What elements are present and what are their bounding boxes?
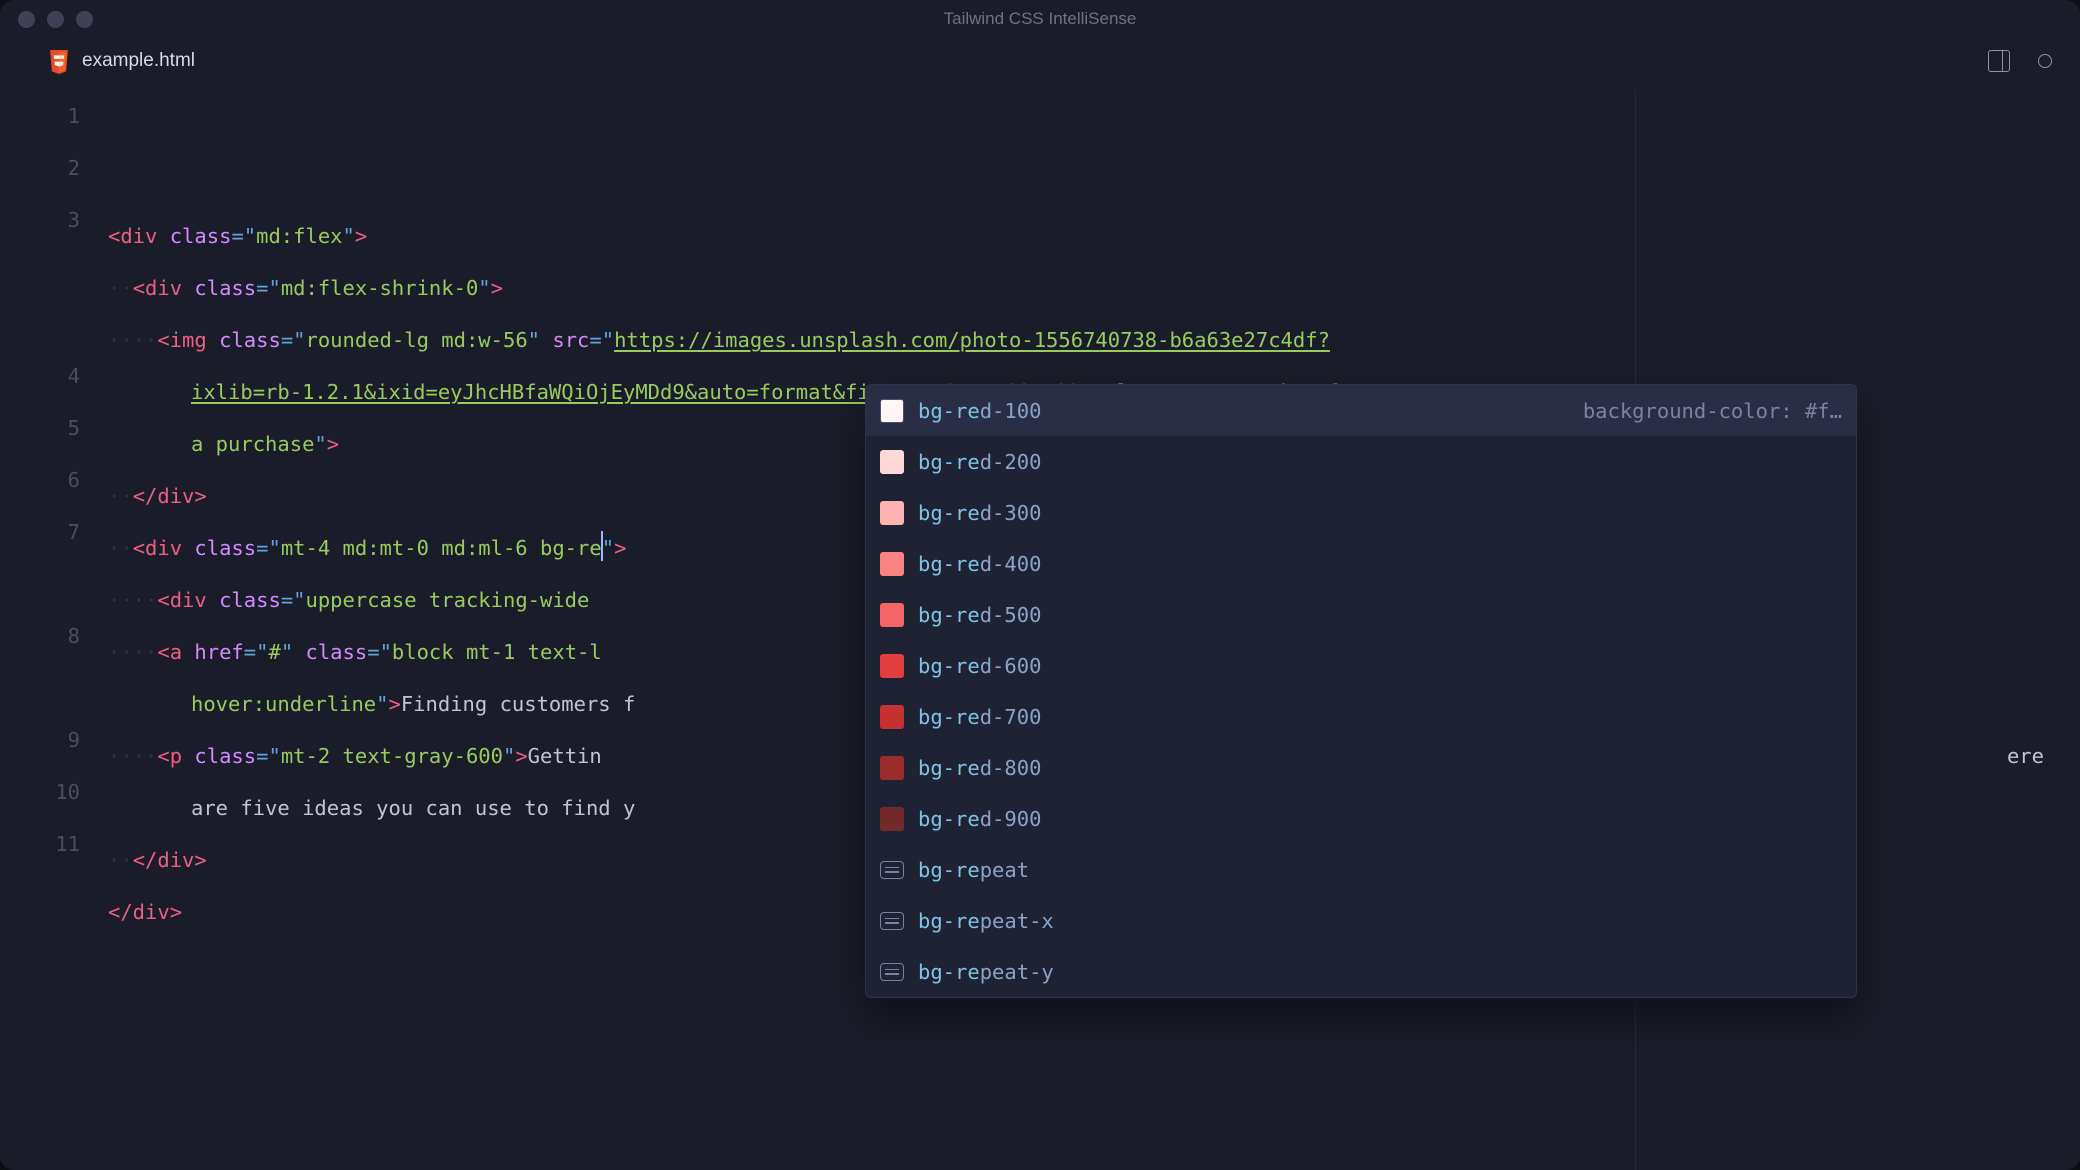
autocomplete-label: bg-repeat-x xyxy=(918,909,1842,933)
autocomplete-label: bg-red-300 xyxy=(918,501,1842,525)
autocomplete-item[interactable]: bg-red-900 xyxy=(866,793,1856,844)
editor-window: Tailwind CSS IntelliSense example.html 1… xyxy=(0,0,2080,1170)
color-swatch-icon xyxy=(880,450,904,474)
code-text-overflow: ere xyxy=(2007,730,2044,782)
autocomplete-label: bg-red-500 xyxy=(918,603,1842,627)
property-icon xyxy=(880,963,904,981)
autocomplete-label: bg-red-900 xyxy=(918,807,1842,831)
line-number: 5 xyxy=(0,402,80,454)
file-tab-label: example.html xyxy=(82,50,195,72)
color-swatch-icon xyxy=(880,501,904,525)
window-title: Tailwind CSS IntelliSense xyxy=(0,9,2080,29)
color-swatch-icon xyxy=(880,603,904,627)
line-number xyxy=(0,298,80,350)
line-number: 9 xyxy=(0,714,80,766)
line-number: 6 xyxy=(0,454,80,506)
autocomplete-label: bg-red-200 xyxy=(918,450,1842,474)
line-number: 10 xyxy=(0,766,80,818)
autocomplete-label: bg-red-600 xyxy=(918,654,1842,678)
code-line[interactable]: <div class="md:flex"> xyxy=(108,210,2080,262)
autocomplete-label: bg-repeat xyxy=(918,858,1842,882)
split-editor-icon[interactable] xyxy=(1988,50,2010,72)
minimize-window-button[interactable] xyxy=(47,11,64,28)
autocomplete-detail: background-color: #f… xyxy=(1583,399,1842,423)
line-number: 11 xyxy=(0,818,80,870)
autocomplete-item[interactable]: bg-red-800 xyxy=(866,742,1856,793)
zoom-window-button[interactable] xyxy=(76,11,93,28)
color-swatch-icon xyxy=(880,552,904,576)
code-line[interactable]: ··<div class="md:flex-shrink-0"> xyxy=(108,262,2080,314)
code-editor[interactable]: 123 4567 8 91011 bg-red-100 background-color… xyxy=(0,84,2080,1170)
close-window-button[interactable] xyxy=(18,11,35,28)
tab-strip: example.html xyxy=(0,38,2080,84)
autocomplete-item[interactable]: bg-red-300 xyxy=(866,487,1856,538)
color-swatch-icon xyxy=(880,807,904,831)
autocomplete-item[interactable]: bg-red-500 xyxy=(866,589,1856,640)
autocomplete-item[interactable]: bg-red-100 background-color: #f… xyxy=(866,385,1856,436)
property-icon xyxy=(880,861,904,879)
line-number-gutter: 123 4567 8 91011 xyxy=(0,90,108,1170)
autocomplete-label: bg-repeat-y xyxy=(918,960,1842,984)
line-number: 2 xyxy=(0,142,80,194)
autocomplete-item[interactable]: bg-repeat xyxy=(866,844,1856,895)
line-number: 4 xyxy=(0,350,80,402)
more-actions-icon[interactable] xyxy=(2038,54,2052,68)
autocomplete-popup[interactable]: bg-red-100 background-color: #f… bg-red-20… xyxy=(865,384,1857,998)
autocomplete-item[interactable]: bg-red-700 xyxy=(866,691,1856,742)
autocomplete-item[interactable]: bg-red-600 xyxy=(866,640,1856,691)
line-number: 7 xyxy=(0,506,80,558)
autocomplete-item[interactable]: bg-red-200 xyxy=(866,436,1856,487)
color-swatch-icon xyxy=(880,705,904,729)
line-number xyxy=(0,246,80,298)
code-area[interactable]: bg-red-100 background-color: #f… bg-red-20… xyxy=(108,90,2080,1170)
line-number xyxy=(0,558,80,610)
property-icon xyxy=(880,912,904,930)
titlebar: Tailwind CSS IntelliSense xyxy=(0,0,2080,38)
autocomplete-label: bg-red-400 xyxy=(918,552,1842,576)
line-number: 3 xyxy=(0,194,80,246)
color-swatch-icon xyxy=(880,654,904,678)
autocomplete-item[interactable]: bg-repeat-x xyxy=(866,895,1856,946)
editor-actions xyxy=(1988,50,2052,72)
autocomplete-item[interactable]: bg-repeat-y xyxy=(866,946,1856,997)
file-tab[interactable]: example.html xyxy=(48,49,195,74)
code-line[interactable]: ····<img class="rounded-lg md:w-56" src=… xyxy=(108,314,2080,366)
color-swatch-icon xyxy=(880,399,904,423)
autocomplete-label: bg-red-100 xyxy=(918,399,1569,423)
html5-icon xyxy=(48,50,70,75)
autocomplete-label: bg-red-700 xyxy=(918,705,1842,729)
traffic-lights xyxy=(18,11,93,28)
color-swatch-icon xyxy=(880,756,904,780)
autocomplete-item[interactable]: bg-red-400 xyxy=(866,538,1856,589)
line-number xyxy=(0,662,80,714)
line-number: 8 xyxy=(0,610,80,662)
autocomplete-label: bg-red-800 xyxy=(918,756,1842,780)
line-number: 1 xyxy=(0,90,80,142)
